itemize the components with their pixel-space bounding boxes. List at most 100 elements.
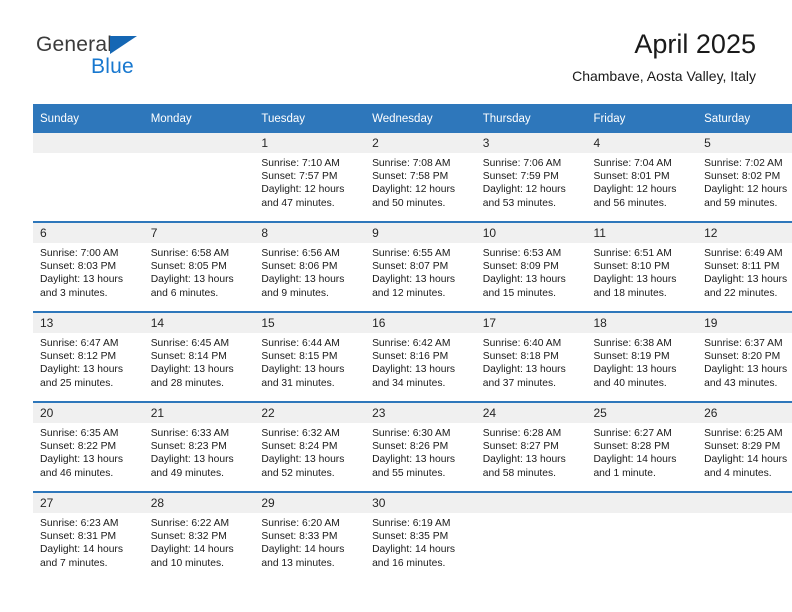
daylight-text-line2: and 31 minutes. [261,377,335,389]
calendar-day-cell[interactable]: 26 Sunrise: 6:25 AM Sunset: 8:29 PM Dayligh… [697,401,792,492]
daylight-text-line2: and 9 minutes. [261,287,329,299]
daylight-text-line1: Daylight: 12 hours [593,184,677,196]
calendar-day-cell[interactable]: 27 Sunrise: 6:23 AM Sunset: 8:31 PM Dayligh… [33,491,144,581]
calendar-week-row: 13 Sunrise: 6:47 AM Sunset: 8:12 PM Dayligh… [33,311,792,402]
calendar-day-cell[interactable]: 13 Sunrise: 6:47 AM Sunset: 8:12 PM Dayligh… [33,311,144,402]
sunrise-text: Sunrise: 7:00 AM [40,248,119,259]
calendar-day-cell-empty [33,133,144,222]
sunset-text: Sunset: 8:03 PM [40,261,117,273]
day-number: 11 [586,223,698,243]
calendar-day-cell[interactable]: 2 Sunrise: 7:08 AM Sunset: 7:58 PM Daylight… [365,133,476,222]
sunset-text: Sunset: 8:19 PM [593,351,670,363]
calendar-day-cell[interactable]: 30 Sunrise: 6:19 AM Sunset: 8:35 PM Dayligh… [365,491,476,581]
calendar-day-cell[interactable]: 14 Sunrise: 6:45 AM Sunset: 8:14 PM Dayligh… [143,311,255,402]
calendar-day-cell[interactable]: 8 Sunrise: 6:56 AM Sunset: 8:06 PM Daylight… [254,221,366,312]
weekday-header-friday: Friday [586,104,698,133]
daylight-text-line1: Daylight: 12 hours [482,184,566,196]
day-number: 27 [33,493,144,513]
daylight-text-line2: and 34 minutes. [372,377,446,389]
calendar-day-cell[interactable]: 19 Sunrise: 6:37 AM Sunset: 8:20 PM Dayligh… [697,311,792,402]
day-number: 17 [475,313,587,333]
calendar-day-cell[interactable]: 21 Sunrise: 6:33 AM Sunset: 8:23 PM Dayligh… [143,401,255,492]
sunrise-text: Sunrise: 6:47 AM [40,338,119,349]
calendar-day-cell[interactable]: 7 Sunrise: 6:58 AM Sunset: 8:05 PM Daylight… [143,221,255,312]
day-detail: Sunrise: 6:33 AM Sunset: 8:23 PM Daylight:… [144,423,255,480]
day-number: 6 [33,223,144,243]
daylight-text-line2: and 56 minutes. [593,197,667,209]
daylight-text-line1: Daylight: 13 hours [150,454,234,466]
sunrise-text: Sunrise: 6:33 AM [150,428,230,439]
day-number: 1 [254,133,366,153]
calendar-day-cell-empty [586,491,698,581]
daylight-text-line2: and 50 minutes. [372,197,446,209]
calendar-day-cell[interactable]: 17 Sunrise: 6:40 AM Sunset: 8:18 PM Dayligh… [475,311,587,402]
calendar-day-cell[interactable]: 9 Sunrise: 6:55 AM Sunset: 8:07 PM Daylight… [365,221,476,312]
calendar-day-cell[interactable]: 23 Sunrise: 6:30 AM Sunset: 8:26 PM Dayligh… [365,401,476,492]
calendar-day-cell[interactable]: 22 Sunrise: 6:32 AM Sunset: 8:24 PM Dayligh… [254,401,366,492]
calendar-day-cell[interactable]: 10 Sunrise: 6:53 AM Sunset: 8:09 PM Dayligh… [475,221,587,312]
calendar-day-cell[interactable]: 28 Sunrise: 6:22 AM Sunset: 8:32 PM Dayligh… [143,491,255,581]
calendar-day-cell[interactable]: 15 Sunrise: 6:44 AM Sunset: 8:15 PM Dayligh… [254,311,366,402]
calendar-week-row: 20 Sunrise: 6:35 AM Sunset: 8:22 PM Dayligh… [33,401,792,492]
calendar-day-cell[interactable]: 3 Sunrise: 7:06 AM Sunset: 7:59 PM Daylight… [475,133,587,222]
day-number: 23 [365,403,476,423]
sunset-text: Sunset: 8:05 PM [150,261,227,273]
sunset-text: Sunset: 7:58 PM [372,171,449,183]
daylight-text-line1: Daylight: 14 hours [372,544,456,556]
sunrise-text: Sunrise: 7:10 AM [261,158,340,169]
day-number: 21 [143,403,255,423]
calendar-day-cell[interactable]: 1 Sunrise: 7:10 AM Sunset: 7:57 PM Daylight… [254,133,366,222]
day-number [33,133,144,153]
weekday-header-thursday: Thursday [475,104,587,133]
calendar-day-cell[interactable]: 25 Sunrise: 6:27 AM Sunset: 8:28 PM Dayligh… [586,401,698,492]
daylight-text-line2: and 28 minutes. [150,377,224,389]
calendar-day-cell[interactable]: 12 Sunrise: 6:49 AM Sunset: 8:11 PM Dayligh… [697,221,792,312]
day-detail: Sunrise: 6:44 AM Sunset: 8:15 PM Daylight:… [254,333,365,390]
daylight-text-line1: Daylight: 14 hours [150,544,234,556]
calendar-day-cell[interactable]: 11 Sunrise: 6:51 AM Sunset: 8:10 PM Dayligh… [586,221,698,312]
sunrise-text: Sunrise: 6:27 AM [593,428,672,439]
calendar-day-cell[interactable]: 18 Sunrise: 6:38 AM Sunset: 8:19 PM Dayligh… [586,311,698,402]
day-number: 29 [254,493,366,513]
daylight-text-line2: and 40 minutes. [593,377,667,389]
sunrise-text: Sunrise: 6:37 AM [704,338,783,349]
daylight-text-line1: Daylight: 13 hours [372,274,456,286]
daylight-text-line2: and 3 minutes. [40,287,108,299]
calendar-day-cell[interactable]: 16 Sunrise: 6:42 AM Sunset: 8:16 PM Dayligh… [365,311,476,402]
sunrise-text: Sunrise: 6:35 AM [40,428,119,439]
sunrise-text: Sunrise: 6:32 AM [261,428,340,439]
daylight-text-line2: and 25 minutes. [40,377,114,389]
calendar-day-cell[interactable]: 6 Sunrise: 7:00 AM Sunset: 8:03 PM Daylight… [33,221,144,312]
calendar-day-cell[interactable]: 24 Sunrise: 6:28 AM Sunset: 8:27 PM Dayligh… [475,401,587,492]
day-number: 9 [365,223,476,243]
day-number: 30 [365,493,476,513]
day-number: 26 [697,403,792,423]
calendar-body: 1 Sunrise: 7:10 AM Sunset: 7:57 PM Daylight… [33,133,792,581]
day-detail: Sunrise: 6:42 AM Sunset: 8:16 PM Daylight:… [365,333,476,390]
day-detail: Sunrise: 6:51 AM Sunset: 8:10 PM Daylight:… [586,243,697,300]
calendar-day-cell[interactable]: 20 Sunrise: 6:35 AM Sunset: 8:22 PM Dayligh… [33,401,144,492]
sunset-text: Sunset: 8:28 PM [593,441,670,453]
sunset-text: Sunset: 8:26 PM [372,441,449,453]
day-number: 16 [365,313,476,333]
sunrise-text: Sunrise: 6:25 AM [704,428,783,439]
daylight-text-line1: Daylight: 13 hours [261,454,345,466]
calendar-day-cell[interactable]: 29 Sunrise: 6:20 AM Sunset: 8:33 PM Dayligh… [254,491,366,581]
calendar-day-cell[interactable]: 4 Sunrise: 7:04 AM Sunset: 8:01 PM Daylight… [586,133,698,222]
sunrise-text: Sunrise: 7:04 AM [593,158,672,169]
daylight-text-line2: and 43 minutes. [704,377,778,389]
calendar-day-cell[interactable]: 5 Sunrise: 7:02 AM Sunset: 8:02 PM Daylight… [697,133,792,222]
sunset-text: Sunset: 8:16 PM [372,351,449,363]
day-number: 18 [586,313,698,333]
sunrise-text: Sunrise: 6:19 AM [372,518,451,529]
day-detail: Sunrise: 7:06 AM Sunset: 7:59 PM Daylight:… [476,153,587,210]
sunset-text: Sunset: 8:24 PM [261,441,338,453]
calendar-day-cell-empty [475,491,587,581]
sunset-text: Sunset: 8:14 PM [150,351,227,363]
daylight-text-line2: and 1 minute. [593,467,656,479]
sunset-text: Sunset: 7:59 PM [482,171,559,183]
sunset-text: Sunset: 8:32 PM [150,531,227,543]
daylight-text-line2: and 59 minutes. [704,197,778,209]
sunset-text: Sunset: 8:20 PM [704,351,781,363]
day-number: 4 [586,133,698,153]
